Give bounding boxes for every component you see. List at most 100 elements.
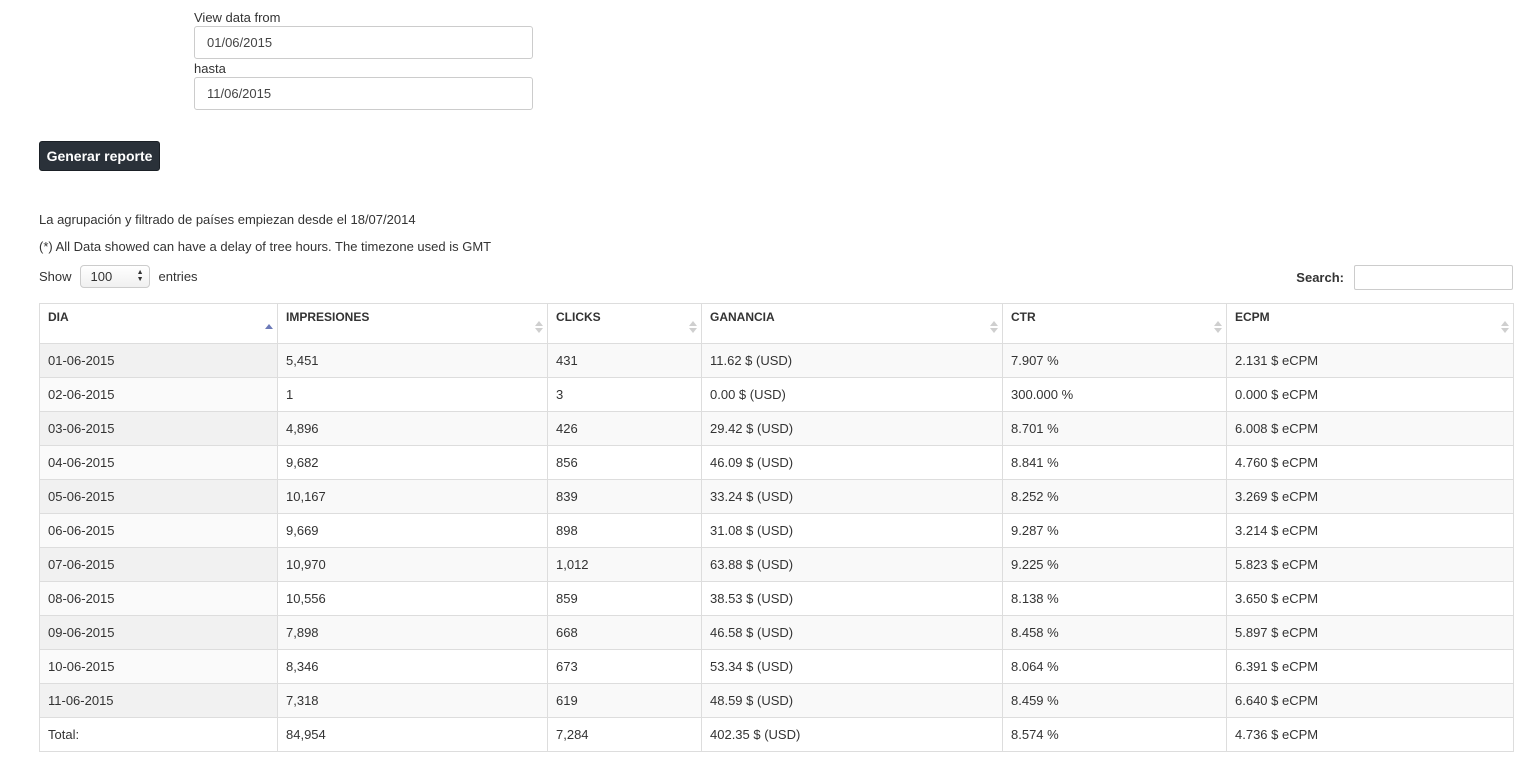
cell-dia: 04-06-2015	[39, 445, 278, 480]
sort-both-icon	[990, 321, 998, 335]
column-header-label: DIA	[48, 310, 69, 324]
cell-ganancia: 31.08 $ (USD)	[701, 513, 1003, 548]
cell-ctr: 8.458 %	[1002, 615, 1227, 650]
cell-clicks: 856	[547, 445, 702, 480]
entries-select-value: 100	[90, 269, 113, 284]
cell-ecpm: 2.131 $ eCPM	[1226, 343, 1514, 378]
cell-dia: 06-06-2015	[39, 513, 278, 548]
cell-impresiones: 7,898	[277, 615, 548, 650]
cell-ganancia: 29.42 $ (USD)	[701, 411, 1003, 446]
report-table: DIA IMPRESIONES CLICKS GANANCIA CTR ECPM	[39, 303, 1514, 752]
cell-ganancia: 46.58 $ (USD)	[701, 615, 1003, 650]
cell-ctr: 8.841 %	[1002, 445, 1227, 480]
cell-ganancia: 0.00 $ (USD)	[701, 377, 1003, 412]
cell-ctr: 9.287 %	[1002, 513, 1227, 548]
cell-clicks: 839	[547, 479, 702, 514]
from-date-input[interactable]	[194, 26, 533, 59]
cell-ganancia: 46.09 $ (USD)	[701, 445, 1003, 480]
cell-impresiones: 4,896	[277, 411, 548, 446]
table-row: 04-06-2015 9,682 856 46.09 $ (USD) 8.841…	[39, 445, 1514, 480]
cell-dia: 03-06-2015	[39, 411, 278, 446]
cell-impresiones: 10,167	[277, 479, 548, 514]
cell-ecpm: 5.823 $ eCPM	[1226, 547, 1514, 582]
entries-control: Show 100 ▲ ▼ entries	[39, 265, 198, 288]
cell-dia: 05-06-2015	[39, 479, 278, 514]
table-header-row: DIA IMPRESIONES CLICKS GANANCIA CTR ECPM	[39, 303, 1514, 344]
to-date-input[interactable]	[194, 77, 533, 110]
cell-clicks: 426	[547, 411, 702, 446]
sort-both-icon	[1501, 321, 1509, 335]
column-header-ctr[interactable]: CTR	[1002, 303, 1227, 344]
entries-label: entries	[158, 269, 198, 284]
table-row: 06-06-2015 9,669 898 31.08 $ (USD) 9.287…	[39, 513, 1514, 548]
column-header-ganancia[interactable]: GANANCIA	[701, 303, 1003, 344]
cell-dia: 09-06-2015	[39, 615, 278, 650]
entries-select[interactable]: 100 ▲ ▼	[79, 265, 150, 288]
search-label: Search:	[1296, 270, 1344, 285]
cell-clicks: 1,012	[547, 547, 702, 582]
cell-ctr: 8.459 %	[1002, 683, 1227, 718]
cell-impresiones: 8,346	[277, 649, 548, 684]
cell-dia: 02-06-2015	[39, 377, 278, 412]
cell-ganancia: 53.34 $ (USD)	[701, 649, 1003, 684]
sort-both-icon	[535, 321, 543, 335]
grouping-note: La agrupación y filtrado de países empie…	[39, 212, 416, 227]
to-date-label: hasta	[194, 61, 226, 76]
total-ctr: 8.574 %	[1002, 717, 1227, 752]
cell-impresiones: 10,970	[277, 547, 548, 582]
cell-ctr: 9.225 %	[1002, 547, 1227, 582]
from-date-label: View data from	[194, 10, 281, 25]
cell-impresiones: 10,556	[277, 581, 548, 616]
table-row: 08-06-2015 10,556 859 38.53 $ (USD) 8.13…	[39, 581, 1514, 616]
search-input[interactable]	[1354, 265, 1513, 290]
cell-impresiones: 9,669	[277, 513, 548, 548]
sort-both-icon	[1214, 321, 1222, 335]
total-clicks: 7,284	[547, 717, 702, 752]
table-row: 03-06-2015 4,896 426 29.42 $ (USD) 8.701…	[39, 411, 1514, 446]
generate-report-button[interactable]: Generar reporte	[39, 141, 160, 171]
total-ecpm: 4.736 $ eCPM	[1226, 717, 1514, 752]
delay-note: (*) All Data showed can have a delay of …	[39, 239, 492, 254]
search-control: Search:	[1296, 265, 1513, 290]
cell-ecpm: 3.650 $ eCPM	[1226, 581, 1514, 616]
cell-ganancia: 48.59 $ (USD)	[701, 683, 1003, 718]
table-row: 05-06-2015 10,167 839 33.24 $ (USD) 8.25…	[39, 479, 1514, 514]
table-row: 02-06-2015 1 3 0.00 $ (USD) 300.000 % 0.…	[39, 377, 1514, 412]
cell-clicks: 859	[547, 581, 702, 616]
cell-dia: 07-06-2015	[39, 547, 278, 582]
cell-dia: 08-06-2015	[39, 581, 278, 616]
cell-ecpm: 6.008 $ eCPM	[1226, 411, 1514, 446]
cell-clicks: 431	[547, 343, 702, 378]
select-arrows-icon: ▲ ▼	[136, 269, 144, 283]
table-row: 10-06-2015 8,346 673 53.34 $ (USD) 8.064…	[39, 649, 1514, 684]
cell-ctr: 8.701 %	[1002, 411, 1227, 446]
cell-ganancia: 11.62 $ (USD)	[701, 343, 1003, 378]
cell-ecpm: 6.391 $ eCPM	[1226, 649, 1514, 684]
cell-ganancia: 63.88 $ (USD)	[701, 547, 1003, 582]
cell-ctr: 7.907 %	[1002, 343, 1227, 378]
cell-impresiones: 5,451	[277, 343, 548, 378]
cell-ecpm: 3.214 $ eCPM	[1226, 513, 1514, 548]
total-row: Total: 84,954 7,284 402.35 $ (USD) 8.574…	[39, 717, 1514, 752]
sort-both-icon	[689, 321, 697, 335]
cell-dia: 10-06-2015	[39, 649, 278, 684]
cell-ecpm: 5.897 $ eCPM	[1226, 615, 1514, 650]
column-header-clicks[interactable]: CLICKS	[547, 303, 702, 344]
cell-ecpm: 6.640 $ eCPM	[1226, 683, 1514, 718]
column-header-dia[interactable]: DIA	[39, 303, 278, 344]
total-label: Total:	[39, 717, 278, 752]
table-row: 07-06-2015 10,970 1,012 63.88 $ (USD) 9.…	[39, 547, 1514, 582]
cell-dia: 01-06-2015	[39, 343, 278, 378]
sort-ascending-icon	[265, 321, 273, 335]
column-header-label: CLICKS	[556, 310, 601, 324]
cell-ganancia: 33.24 $ (USD)	[701, 479, 1003, 514]
cell-clicks: 3	[547, 377, 702, 412]
column-header-ecpm[interactable]: ECPM	[1226, 303, 1514, 344]
cell-ctr: 8.138 %	[1002, 581, 1227, 616]
column-header-label: ECPM	[1235, 310, 1270, 324]
cell-impresiones: 7,318	[277, 683, 548, 718]
total-ganancia: 402.35 $ (USD)	[701, 717, 1003, 752]
cell-ctr: 8.252 %	[1002, 479, 1227, 514]
column-header-label: CTR	[1011, 310, 1036, 324]
column-header-impresiones[interactable]: IMPRESIONES	[277, 303, 548, 344]
